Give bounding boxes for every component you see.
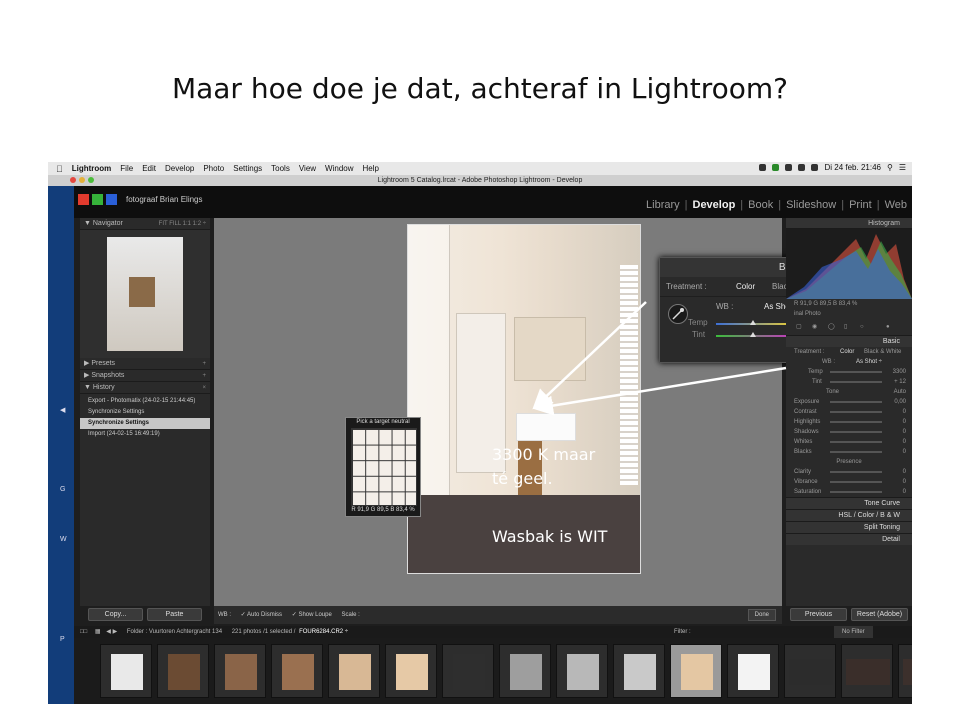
arrow-from-right-panel	[533, 366, 787, 416]
lightroom-screenshot:  Lightroom File Edit Develop Photo Sett…	[48, 162, 912, 704]
arrow-from-eyedropper	[532, 301, 647, 410]
annotation-arrows	[532, 301, 787, 416]
slide-title: Maar hoe doe je dat, achteraf in Lightro…	[171, 72, 789, 105]
